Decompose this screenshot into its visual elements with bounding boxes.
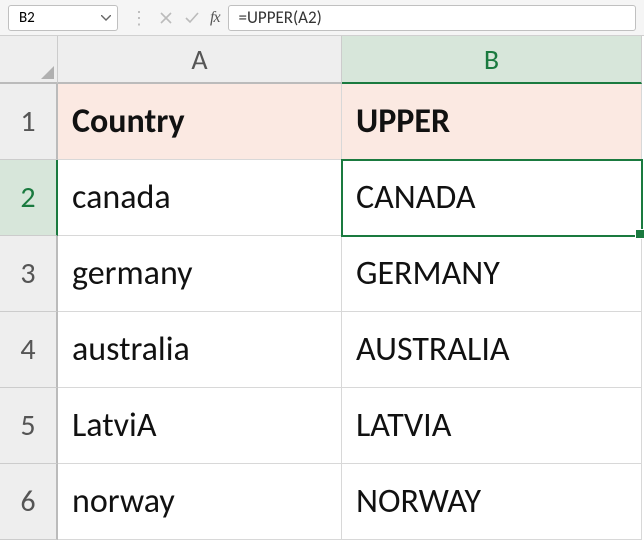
cell-A6[interactable]: norway (58, 464, 342, 540)
check-icon[interactable] (184, 10, 200, 26)
formula-bar-icons: ⋮ fx (122, 7, 224, 29)
cell-A3[interactable]: germany (58, 236, 342, 312)
cancel-icon[interactable] (158, 10, 174, 26)
row-header[interactable]: 3 (0, 236, 58, 312)
formula-text: =UPPER(A2) (239, 7, 322, 28)
table-row: 4 australia AUSTRALIA (0, 312, 644, 388)
cell-A5[interactable]: LatviA (58, 388, 342, 464)
cell-A1[interactable]: Country (58, 84, 342, 160)
column-headers: A B (0, 36, 644, 84)
cell-B4[interactable]: AUSTRALIA (342, 312, 642, 388)
row-header[interactable]: 6 (0, 464, 58, 540)
row-header[interactable]: 5 (0, 388, 58, 464)
formula-input[interactable]: =UPPER(A2) (228, 5, 636, 31)
divider-icon: ⋮ (130, 7, 148, 29)
table-row: 5 LatviA LATVIA (0, 388, 644, 464)
cell-B2[interactable]: CANADA (342, 160, 642, 236)
row-header[interactable]: 4 (0, 312, 58, 388)
cell-A2[interactable]: canada (58, 160, 342, 236)
row-header[interactable]: 1 (0, 84, 58, 160)
chevron-down-icon[interactable] (101, 15, 111, 21)
table-row: 2 canada CANADA (0, 160, 644, 236)
table-row: 1 Country UPPER (0, 84, 644, 160)
select-all-corner[interactable] (0, 36, 58, 84)
spreadsheet-grid: A B 1 Country UPPER 2 canada CANADA 3 ge… (0, 36, 644, 540)
cell-B5[interactable]: LATVIA (342, 388, 642, 464)
column-header-B[interactable]: B (342, 36, 642, 84)
cell-B6[interactable]: NORWAY (342, 464, 642, 540)
cell-A4[interactable]: australia (58, 312, 342, 388)
row-header[interactable]: 2 (0, 160, 58, 236)
table-row: 3 germany GERMANY (0, 236, 644, 312)
table-row: 6 norway NORWAY (0, 464, 644, 540)
cell-reference: B2 (19, 9, 35, 27)
cell-B3[interactable]: GERMANY (342, 236, 642, 312)
cell-B1[interactable]: UPPER (342, 84, 642, 160)
column-header-A[interactable]: A (58, 36, 342, 84)
formula-bar: B2 ⋮ fx =UPPER(A2) (0, 0, 644, 36)
name-box[interactable]: B2 (8, 5, 118, 31)
fx-icon[interactable]: fx (210, 9, 220, 27)
